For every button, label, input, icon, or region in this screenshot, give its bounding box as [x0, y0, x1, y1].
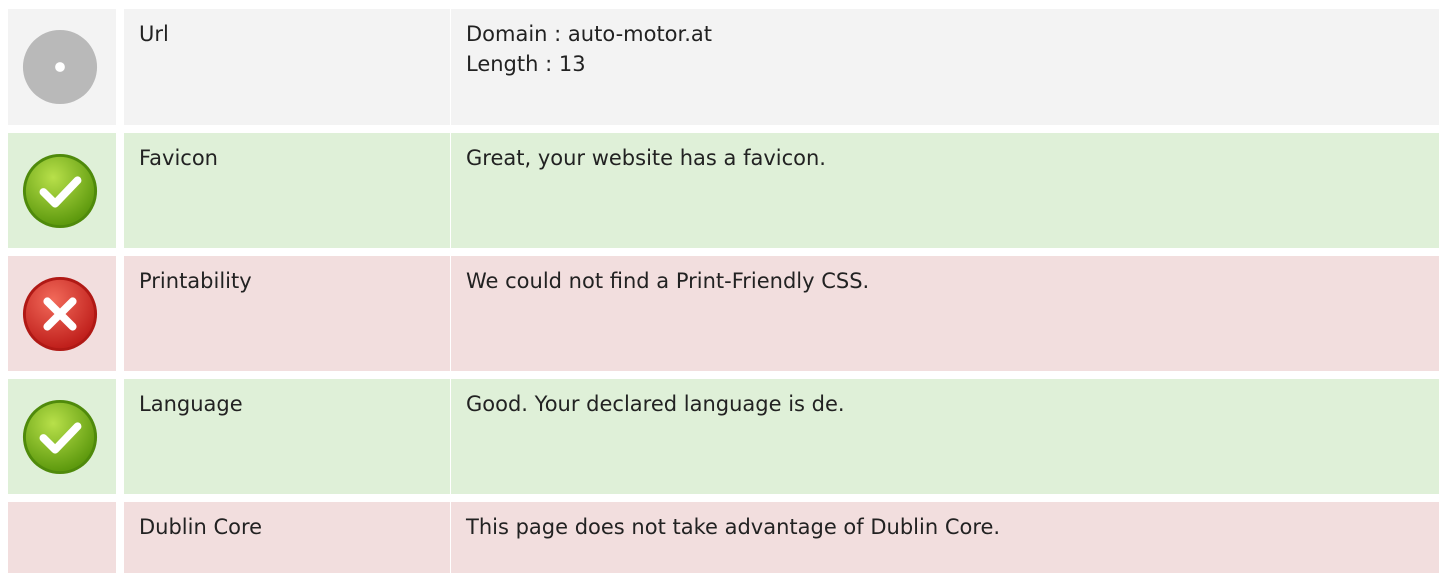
language-result-text: Good. Your declared language is de.	[466, 392, 845, 416]
row-value-cell: Domain : auto-motor.at Length : 13	[451, 9, 1439, 125]
table-row-url: Url Domain : auto-motor.at Length : 13	[0, 9, 1453, 125]
row-label-cell: Favicon	[124, 133, 450, 248]
table-row-favicon: Favicon Great, your website has a favico…	[0, 133, 1453, 248]
row-label: Url	[139, 22, 169, 46]
table-row-printability: Printability We could not find a Print-F…	[0, 256, 1453, 371]
info-dot-icon	[21, 28, 99, 106]
table-row-language: Language Good. Your declared language is…	[0, 379, 1453, 494]
row-label: Language	[139, 392, 243, 416]
row-label-cell: Dublin Core	[124, 502, 450, 573]
row-label-cell: Url	[124, 9, 450, 125]
row-label-cell: Language	[124, 379, 450, 494]
row-value-cell: Great, your website has a favicon.	[451, 133, 1439, 248]
row-label: Favicon	[139, 146, 218, 170]
row-value-cell: This page does not take advantage of Dub…	[451, 502, 1439, 573]
domain-text: Domain : auto-motor.at	[466, 22, 713, 46]
row-label: Dublin Core	[139, 515, 263, 539]
printability-result-text: We could not find a Print-Friendly CSS.	[466, 269, 870, 293]
table-row-dublin-core: Dublin Core This page does not take adva…	[0, 502, 1453, 573]
cross-icon	[21, 275, 99, 353]
row-label: Printability	[139, 269, 252, 293]
row-value-cell: We could not find a Print-Friendly CSS.	[451, 256, 1439, 371]
dublin-core-result-text: This page does not take advantage of Dub…	[466, 515, 1001, 539]
status-cell	[8, 502, 116, 573]
status-cell	[8, 9, 116, 125]
row-value-cell: Good. Your declared language is de.	[451, 379, 1439, 494]
favicon-result-text: Great, your website has a favicon.	[466, 146, 826, 170]
status-cell	[8, 133, 116, 248]
status-cell	[8, 379, 116, 494]
row-label-cell: Printability	[124, 256, 450, 371]
seo-report-table: Url Domain : auto-motor.at Length : 13 F…	[0, 0, 1453, 573]
length-text: Length : 13	[466, 52, 586, 76]
status-cell	[8, 256, 116, 371]
check-icon	[21, 398, 99, 476]
check-icon	[21, 152, 99, 230]
